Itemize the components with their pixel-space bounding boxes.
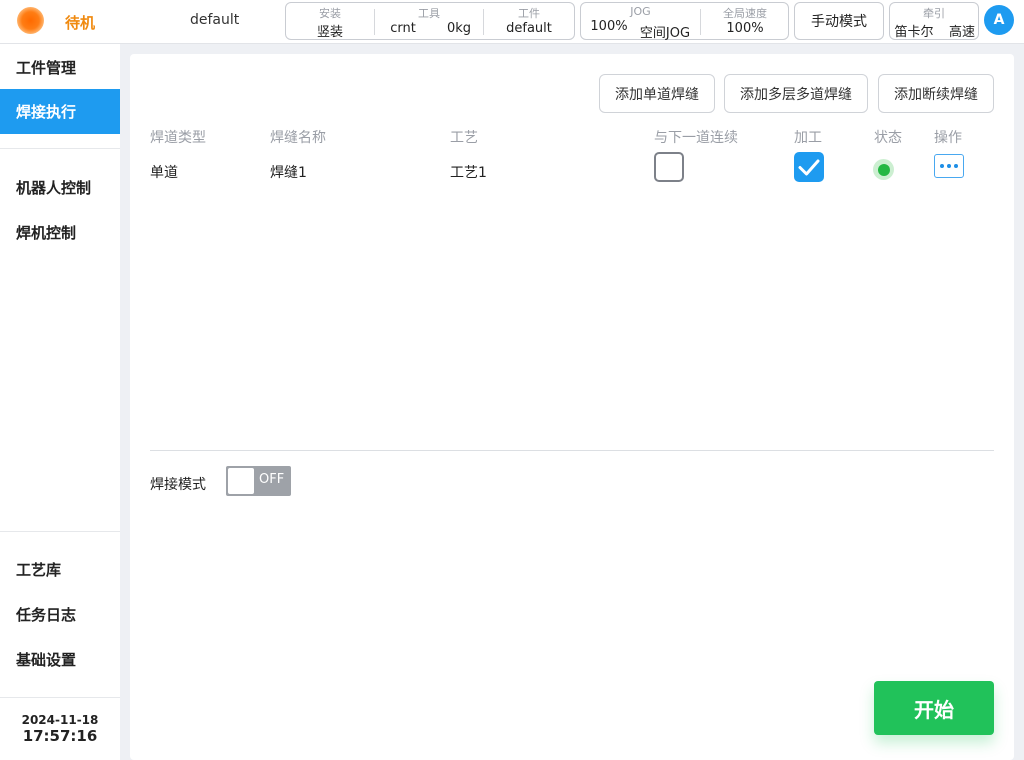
traction-cell[interactable]: 牵引 笛卡尔 高速 [890, 3, 978, 40]
cell-weld-name: 焊缝1 [270, 165, 307, 181]
jog-label: JOG [630, 5, 651, 18]
more-actions-button[interactable] [934, 154, 964, 178]
robot-status-icon [17, 7, 44, 34]
cell-process: 工艺1 [450, 165, 487, 181]
start-button[interactable]: 开始 [874, 681, 994, 735]
column-header-process: 工艺 [450, 130, 478, 146]
sidebar-divider [0, 531, 120, 532]
sidebar-item-robot-control[interactable]: 机器人控制 [0, 165, 120, 210]
current-time: 17:57:16 [22, 727, 98, 745]
add-single-weld-button[interactable]: 添加单道焊缝 [599, 74, 715, 113]
add-multi-layer-weld-button[interactable]: 添加多层多道焊缝 [724, 74, 868, 113]
column-header-weld-name: 焊缝名称 [270, 130, 326, 146]
more-dots-icon [940, 164, 944, 168]
jog-cell[interactable]: JOG 100% 空间JOG [581, 3, 700, 41]
traction-speed: 高速 [948, 25, 975, 40]
tool-cell[interactable]: 工具 crnt 0kg [375, 3, 483, 39]
column-header-weld-type: 焊道类型 [150, 130, 206, 146]
traction-label: 牵引 [923, 7, 945, 20]
add-intermittent-weld-button[interactable]: 添加断续焊缝 [878, 74, 994, 113]
current-date: 2024-11-18 [21, 713, 99, 727]
machining-checkbox[interactable] [794, 152, 824, 182]
tool-mass: 0kg [446, 21, 472, 36]
user-avatar[interactable]: A [984, 5, 1014, 35]
install-label: 安装 [319, 7, 341, 20]
continuous-checkbox[interactable] [654, 152, 684, 182]
checkmark-icon [798, 159, 820, 176]
traction-frame: 笛卡尔 [894, 25, 934, 40]
sidebar-divider [0, 148, 120, 149]
global-speed-label: 全局速度 [723, 7, 767, 20]
weld-execution-panel: 添加单道焊缝 添加多层多道焊缝 添加断续焊缝 焊道类型 焊缝名称 工艺 与下一道… [130, 54, 1014, 760]
workpiece-cell[interactable]: 工件 default [484, 3, 574, 39]
jog-percent: 100% [590, 19, 628, 34]
workpiece-value: default [506, 21, 552, 36]
global-speed-cell[interactable]: 全局速度 100% [701, 3, 789, 39]
status-led-core [877, 163, 890, 176]
install-value: 竖装 [316, 25, 343, 40]
jog-mode: 空间JOG [639, 26, 691, 41]
column-header-continuous: 与下一道连续 [654, 130, 738, 146]
workpiece-label: 工件 [518, 7, 540, 20]
traction-group[interactable]: 牵引 笛卡尔 高速 [889, 2, 979, 40]
weld-mode-toggle[interactable]: OFF [226, 466, 291, 496]
global-speed-value: 100% [726, 21, 764, 36]
sidebar-item-weld-execution[interactable]: 焊接执行 [0, 89, 120, 134]
sidebar-divider [0, 697, 120, 698]
column-header-actions: 操作 [934, 130, 962, 146]
sidebar-item-basic-settings[interactable]: 基础设置 [0, 637, 120, 682]
sidebar-item-task-log[interactable]: 任务日志 [0, 592, 120, 637]
project-name[interactable]: default [190, 12, 239, 28]
more-dots-icon [954, 164, 958, 168]
tool-label: 工具 [418, 7, 440, 20]
column-header-status: 状态 [874, 130, 902, 146]
top-bar: 待机 default 安装 竖装 工具 crnt 0kg 工件 default … [0, 0, 1024, 44]
sidebar-item-welder-control[interactable]: 焊机控制 [0, 210, 120, 255]
weld-mode-state: OFF [259, 472, 285, 487]
sidebar-item-process-library[interactable]: 工艺库 [0, 547, 120, 592]
tool-name: crnt [390, 21, 416, 36]
config-group[interactable]: 安装 竖装 工具 crnt 0kg 工件 default [285, 2, 575, 40]
manual-mode-button[interactable]: 手动模式 [794, 2, 884, 40]
weld-mode-label: 焊接模式 [150, 477, 206, 493]
speed-group[interactable]: JOG 100% 空间JOG 全局速度 100% [580, 2, 789, 41]
install-cell[interactable]: 安装 竖装 [286, 3, 374, 40]
sidebar: 工件管理 焊接执行 机器人控制 焊机控制 工艺库 任务日志 基础设置 2024-… [0, 44, 120, 760]
more-dots-icon [947, 164, 951, 168]
status-indicator-icon [873, 159, 894, 180]
sidebar-item-workpiece-management[interactable]: 工件管理 [0, 45, 120, 90]
column-header-machining: 加工 [794, 130, 822, 146]
section-divider [150, 450, 994, 451]
robot-status-text: 待机 [65, 14, 96, 32]
cell-weld-type: 单道 [150, 165, 178, 181]
toggle-knob [228, 468, 254, 494]
